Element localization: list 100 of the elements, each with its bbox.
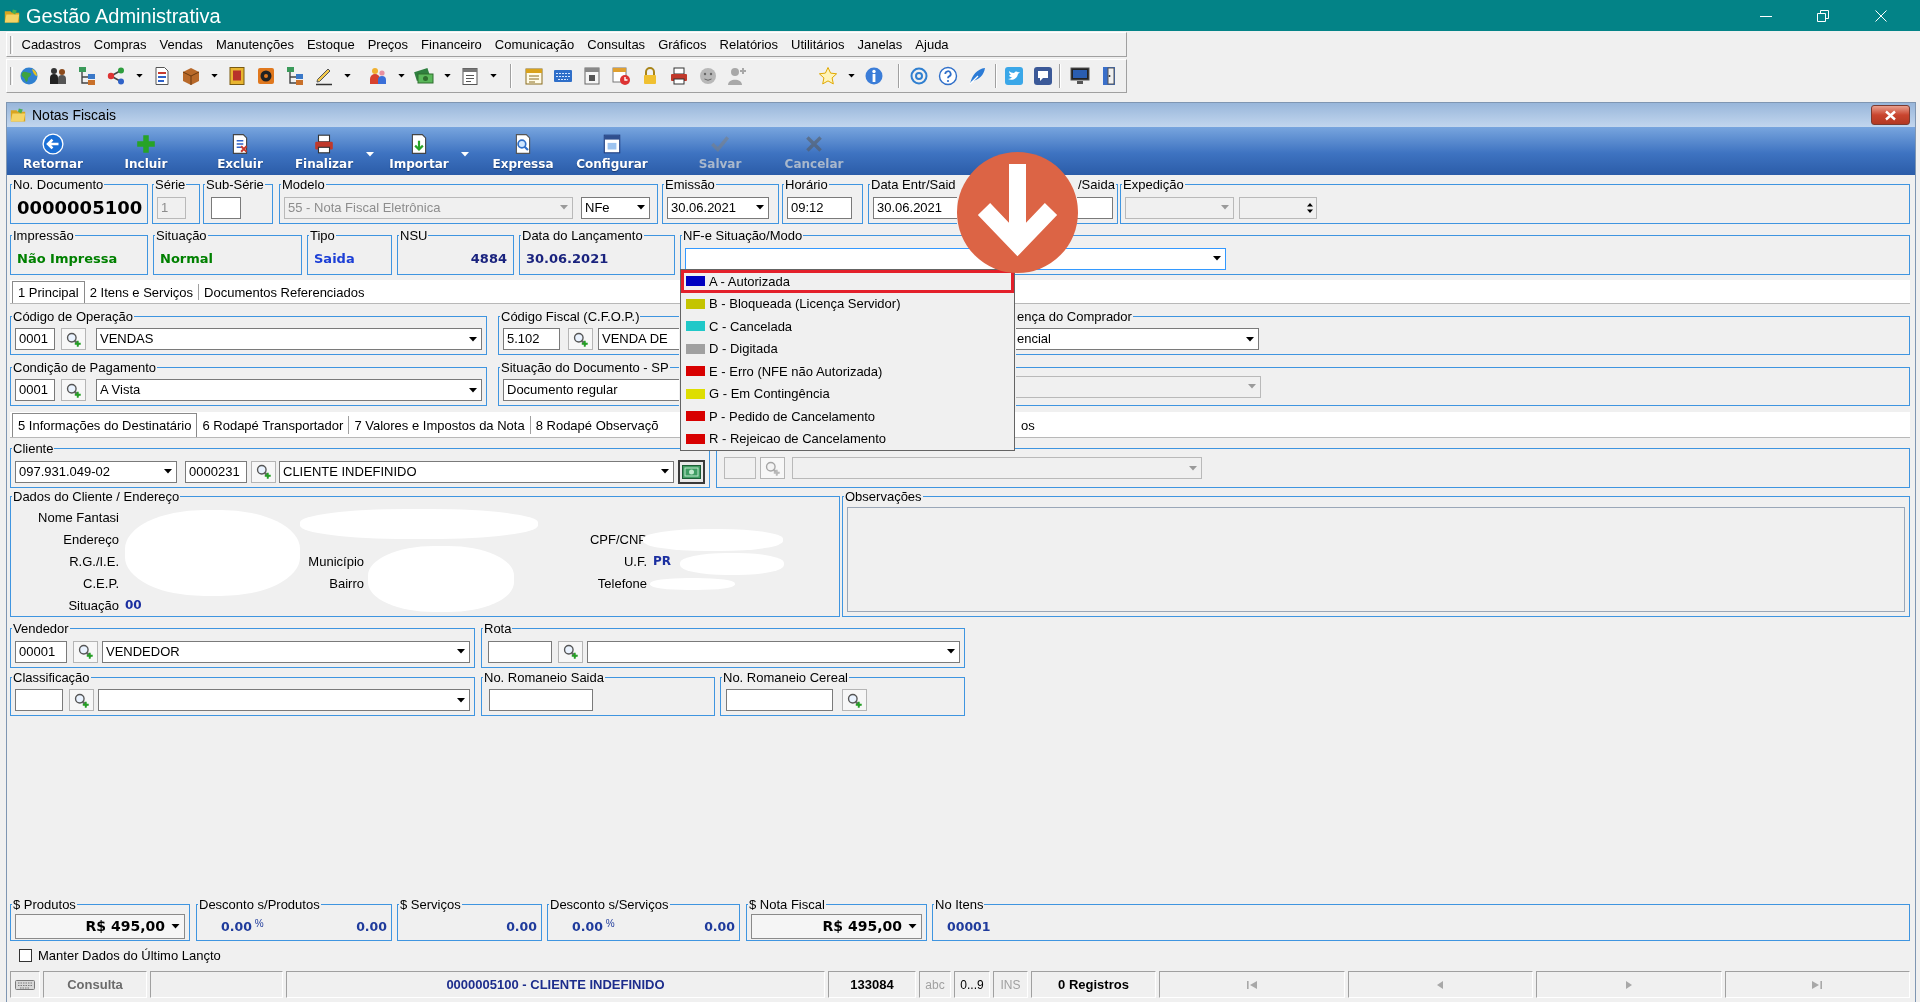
caret-icon[interactable] — [1213, 256, 1221, 261]
caret-icon[interactable] — [136, 74, 143, 78]
menu-item[interactable]: Preços — [361, 34, 415, 55]
cash-button[interactable] — [678, 459, 705, 484]
network-icon[interactable] — [106, 66, 126, 86]
toolbar-button[interactable]: Incluir — [106, 127, 186, 173]
dropdown-option[interactable]: B - Bloqueada (Licença Servidor) — [681, 292, 1014, 315]
select-field[interactable]: NFe — [581, 196, 650, 219]
input-field[interactable] — [15, 689, 63, 711]
package-icon[interactable] — [181, 66, 201, 86]
monitor-icon[interactable] — [1070, 66, 1090, 86]
chat-icon[interactable] — [1033, 66, 1053, 86]
select-field[interactable]: VENDEDOR — [102, 640, 470, 663]
select-field[interactable]: VENDAS — [96, 328, 482, 350]
info-icon[interactable] — [864, 66, 884, 86]
caret-icon[interactable] — [490, 74, 497, 78]
caret-icon[interactable] — [848, 74, 855, 78]
calendar-clock-icon[interactable] — [611, 66, 631, 86]
menu-item[interactable]: Janelas — [851, 34, 909, 55]
lookup-button[interactable] — [61, 328, 86, 350]
select-field[interactable] — [98, 689, 470, 711]
toolbar-button[interactable]: Importar — [379, 127, 459, 173]
tab[interactable]: 6 Rodapé Transportador — [197, 416, 349, 434]
toolbar-button[interactable]: Finalizar — [284, 127, 364, 173]
input-field[interactable]: 0001 — [15, 379, 55, 401]
lookup-button[interactable] — [251, 460, 276, 483]
tab[interactable]: Documentos Referenciados — [198, 284, 370, 300]
select-field[interactable]: A Vista — [96, 379, 482, 401]
menu-item[interactable]: Financeiro — [414, 34, 489, 55]
select-field[interactable]: encial — [1016, 328, 1259, 350]
caret-icon[interactable] — [211, 74, 218, 78]
face-icon[interactable] — [698, 66, 718, 86]
calendar-icon[interactable] — [582, 66, 602, 86]
dropdown-option[interactable]: G - Em Contingência — [681, 382, 1014, 405]
caret-icon[interactable] — [398, 74, 405, 78]
printer-icon[interactable] — [669, 66, 689, 86]
form-icon[interactable] — [460, 66, 480, 86]
menu-item[interactable]: Cadastros — [15, 34, 88, 55]
caret-icon[interactable] — [756, 205, 764, 210]
caret-icon[interactable] — [947, 649, 955, 654]
menu-item[interactable]: Relatórios — [713, 34, 785, 55]
toolbar-button[interactable]: Retornar — [13, 127, 93, 173]
lookup-button[interactable] — [61, 379, 86, 401]
menu-item[interactable]: Gráficos — [651, 34, 714, 55]
lookup-button[interactable] — [568, 328, 593, 350]
tab[interactable]: 1 Principal — [12, 281, 85, 303]
input-field[interactable] — [488, 640, 552, 663]
dropdown-option[interactable]: R - Rejeicao de Cancelamento — [681, 427, 1014, 450]
caret-icon[interactable] — [164, 469, 172, 474]
menu-item[interactable]: Compras — [87, 34, 153, 55]
book-icon[interactable] — [227, 66, 247, 86]
input-field[interactable]: 00001 — [15, 640, 67, 663]
tab[interactable]: os — [1016, 416, 1040, 434]
bird-icon[interactable] — [1004, 66, 1024, 86]
toolbar-button[interactable]: Configurar — [572, 127, 652, 173]
menu-item[interactable]: Manutenções — [209, 34, 301, 55]
document-icon[interactable] — [152, 66, 172, 86]
select-field[interactable]: Documento regular — [503, 379, 679, 401]
menu-item[interactable]: Estoque — [300, 34, 362, 55]
input-field[interactable]: 0001 — [15, 328, 55, 350]
feather-icon[interactable] — [967, 66, 987, 86]
people-icon[interactable] — [48, 66, 68, 86]
caret-icon[interactable] — [457, 697, 465, 703]
caret-icon[interactable] — [344, 74, 351, 78]
close-icon[interactable] — [1875, 9, 1887, 22]
menu-item[interactable]: Consultas — [580, 34, 652, 55]
tab[interactable]: 5 Informações do Destinatário — [12, 413, 198, 437]
dropdown-option[interactable]: A - Autorizada — [681, 270, 1014, 293]
menu-item[interactable]: Vendas — [153, 34, 210, 55]
lookup-button[interactable] — [69, 689, 94, 711]
menu-item[interactable]: Comunicação — [488, 34, 581, 55]
input-field[interactable]: 0000231 — [185, 460, 247, 483]
select-field[interactable]: 097.931.049-02 — [15, 460, 177, 483]
input-field[interactable]: 09:12 — [787, 196, 852, 219]
org-chart-icon[interactable] — [77, 66, 97, 86]
dropdown-option[interactable]: C - Cancelada — [681, 315, 1014, 338]
help-icon[interactable] — [938, 66, 958, 86]
dropdown-option[interactable]: E - Erro (NFE não Autorizada) — [681, 360, 1014, 383]
caret-icon[interactable] — [444, 74, 451, 78]
select-field[interactable]: R$ 495,00 — [15, 913, 185, 939]
close-button[interactable] — [1871, 105, 1910, 125]
tab[interactable]: 7 Valores e Impostos da Nota — [348, 416, 530, 434]
org-chart-icon[interactable] — [285, 66, 305, 86]
dropdown-option[interactable]: D - Digitada — [681, 337, 1014, 360]
caret-icon[interactable] — [457, 649, 465, 654]
tab[interactable]: 2 Itens e Serviços — [84, 284, 199, 300]
banknotes-icon[interactable] — [414, 66, 434, 86]
pen-icon[interactable] — [314, 66, 334, 86]
globe-icon[interactable] — [19, 66, 39, 86]
lookup-button[interactable] — [842, 689, 867, 711]
toolbar-button[interactable]: Excluir — [200, 127, 280, 173]
caret-icon[interactable] — [469, 336, 477, 342]
lookup-button[interactable] — [558, 640, 583, 663]
select-field[interactable]: CLIENTE INDEFINIDO — [279, 460, 674, 483]
select-field[interactable]: R$ 495,00 — [751, 913, 922, 939]
caret-icon[interactable] — [908, 923, 917, 929]
checkbox[interactable] — [19, 948, 32, 962]
dropdown-option[interactable]: P - Pedido de Cancelamento — [681, 405, 1014, 428]
input-field[interactable]: 5.102 — [503, 328, 560, 350]
at-sign-icon[interactable] — [909, 66, 929, 86]
